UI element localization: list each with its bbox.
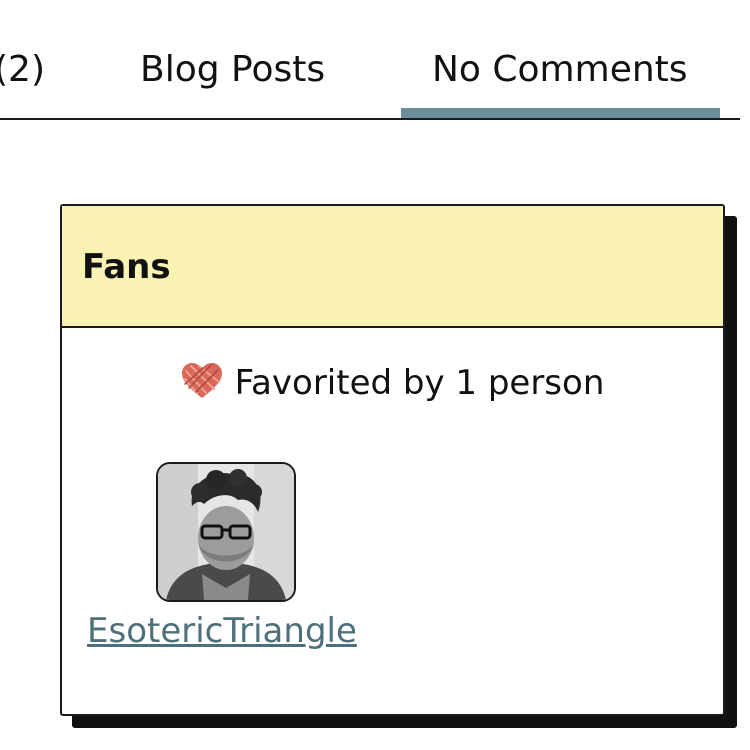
yarn-heart-icon — [181, 363, 222, 398]
fans-card-title: Fans — [82, 247, 171, 287]
tab-bar: (2) Blog Posts No Comments — [0, 0, 740, 120]
tab-previous-count[interactable]: (2) — [0, 46, 45, 94]
active-tab-indicator — [401, 108, 720, 118]
tab-no-comments[interactable]: No Comments — [432, 46, 688, 94]
fan-avatar[interactable] — [156, 462, 296, 602]
fans-card: Fans Favorited by 1 person EsotericTrian… — [60, 204, 725, 716]
fan-name-link[interactable]: EsotericTriangle — [87, 608, 357, 654]
avatar-photo — [158, 464, 294, 600]
favorited-summary: Favorited by 1 person — [62, 360, 723, 406]
fans-card-header: Fans — [62, 206, 723, 328]
favorited-text: Favorited by 1 person — [234, 363, 605, 403]
tab-blog-posts[interactable]: Blog Posts — [140, 46, 325, 94]
page: (2) Blog Posts No Comments Fans Favorite… — [0, 0, 750, 750]
